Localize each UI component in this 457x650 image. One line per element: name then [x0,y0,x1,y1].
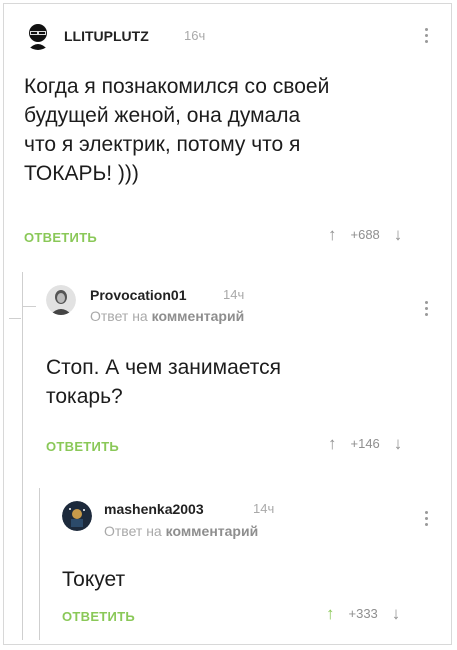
kebab-menu-icon[interactable] [425,511,429,526]
reply-to: Ответ на комментарий [104,523,258,539]
comment-time: 16ч [184,28,206,43]
reply-to-link[interactable]: комментарий [166,523,259,539]
comment-2: Provocation01 14ч Ответ на комментарий С… [46,283,444,473]
downvote-icon[interactable]: ↓ [392,605,401,622]
username[interactable]: LLITUPLUTZ [64,28,149,44]
kebab-menu-icon[interactable] [425,28,429,43]
reply-button[interactable]: ОТВЕТИТЬ [62,609,135,624]
comment-text: Когда я познакомился со своей будущей же… [24,72,424,188]
comment-text-line: Когда я познакомился со своей [24,75,330,98]
vote-score: +146 [350,436,380,451]
comment-text: Стоп. А чем занимается токарь? [46,353,426,411]
comment-3: mashenka2003 14ч Ответ на комментарий То… [62,499,444,629]
vote-controls: ↑ +146 ↓ [328,435,402,452]
comment-text-line: Токует [62,568,126,591]
comment-time: 14ч [253,501,275,516]
upvote-icon[interactable]: ↑ [328,435,337,452]
username[interactable]: Provocation01 [90,287,186,303]
vote-controls: ↑ +688 ↓ [328,226,402,243]
reply-button[interactable]: ОТВЕТИТЬ [24,230,97,245]
thread-line-level-1 [22,272,23,640]
comment-1: LLITUPLUTZ 16ч Когда я познакомился со с… [24,20,444,250]
username[interactable]: mashenka2003 [104,501,204,517]
downvote-icon[interactable]: ↓ [394,435,403,452]
comment-text-line: токарь? [46,385,123,408]
comment-text-line: что я электрик, потому что я [24,133,301,156]
reply-button[interactable]: ОТВЕТИТЬ [46,439,119,454]
reply-to-link[interactable]: комментарий [152,308,245,324]
downvote-icon[interactable]: ↓ [394,226,403,243]
thread-branch-level-1 [22,306,36,307]
comment-text-line: Стоп. А чем занимается [46,356,281,379]
collapse-thread-icon[interactable] [9,318,21,319]
comment-text-line: ТОКАРЬ! ))) [24,162,139,185]
comment-time: 14ч [223,287,245,302]
thread-line-level-2 [39,488,40,640]
upvote-icon[interactable]: ↑ [328,226,337,243]
kebab-menu-icon[interactable] [425,301,429,316]
avatar[interactable] [62,501,92,531]
avatar[interactable] [46,285,76,315]
reply-to-prefix: Ответ на [90,308,148,324]
vote-score: +333 [348,606,378,621]
vote-score: +688 [350,227,380,242]
comment-text-line: будущей женой, она думала [24,104,301,127]
comment-text: Токует [62,565,422,594]
vote-controls: ↑ +333 ↓ [326,605,400,622]
reply-to: Ответ на комментарий [90,308,244,324]
reply-to-prefix: Ответ на [104,523,162,539]
avatar[interactable] [24,22,52,50]
upvote-icon[interactable]: ↑ [326,605,335,622]
